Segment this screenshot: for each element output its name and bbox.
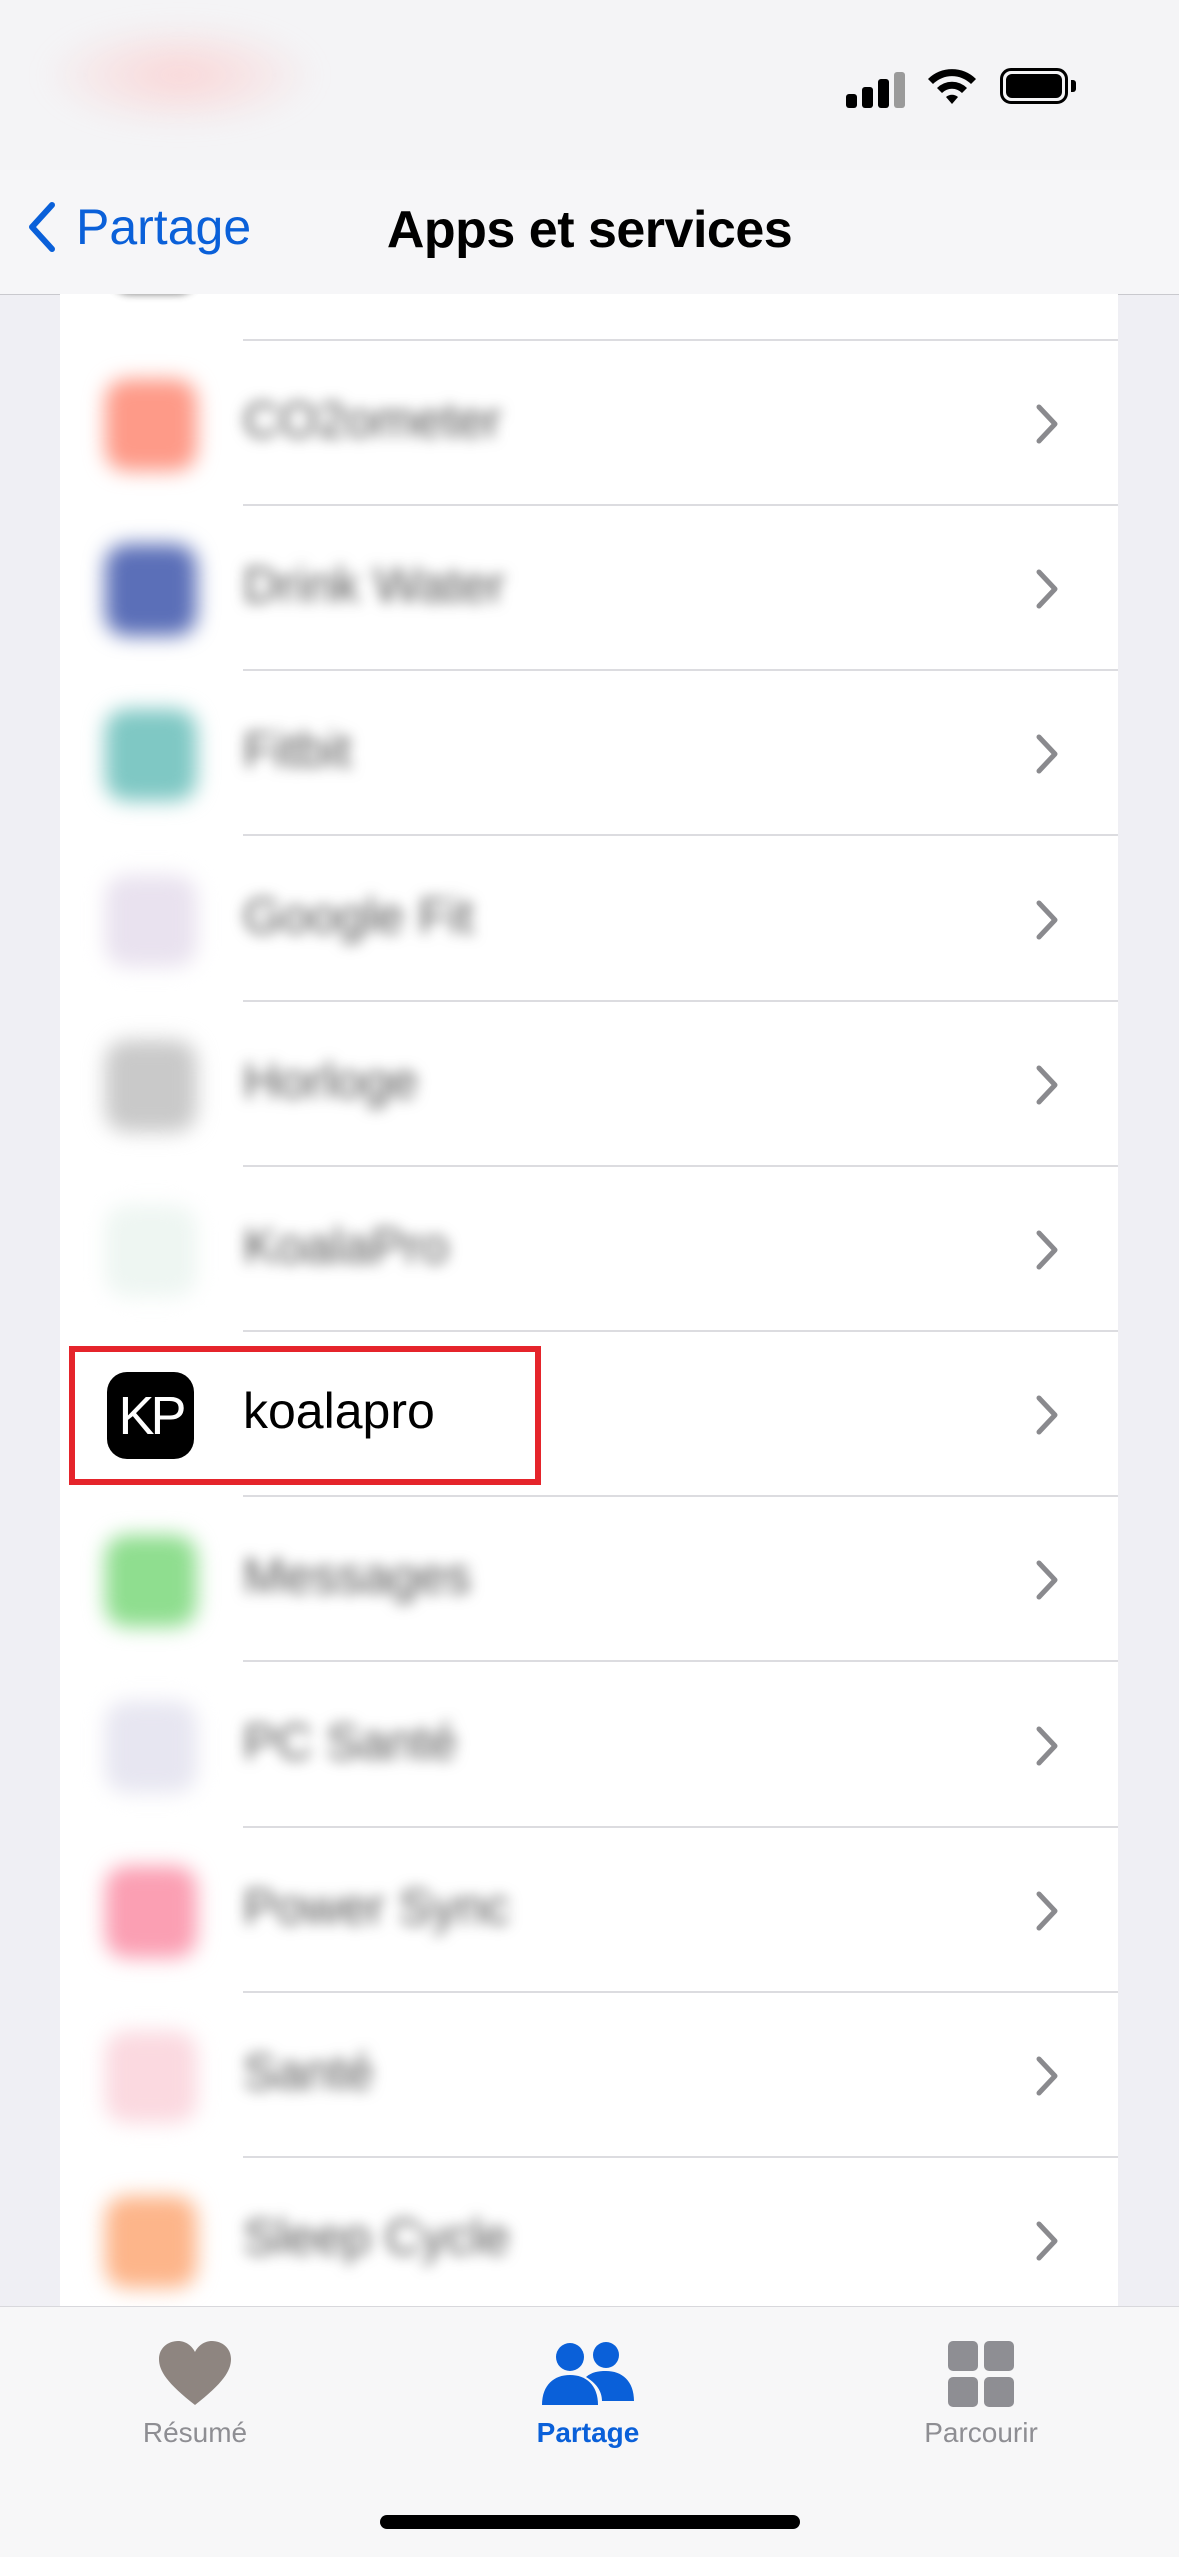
chevron-right-icon: [1036, 1726, 1058, 1766]
app-icon: [105, 2196, 197, 2289]
home-indicator: [380, 2515, 800, 2529]
list-item-label: koalapro: [243, 1383, 435, 1440]
list-item-label: Santé: [243, 2044, 374, 2100]
chevron-right-icon: [1036, 569, 1058, 609]
list-item-label: Drink Water: [243, 557, 506, 614]
app-icon: [105, 1205, 197, 1297]
list-item-label: Fitbit: [243, 722, 352, 779]
list-item-label: Messages: [243, 1548, 471, 1605]
chevron-right-icon: [1036, 900, 1058, 940]
list-item[interactable]: Santé: [60, 1993, 1118, 2158]
chevron-right-icon: [1036, 1560, 1058, 1600]
tab-resume[interactable]: Résumé: [65, 2327, 325, 2487]
page-title: Apps et services: [386, 201, 793, 259]
list-item[interactable]: Sleep Cycle: [60, 2158, 1118, 2306]
tab-label: Résumé: [142, 2417, 248, 2448]
chevron-right-icon: [1036, 404, 1058, 444]
list-item[interactable]: Drink Water: [60, 506, 1118, 672]
chevron-right-icon: [1036, 1891, 1058, 1931]
heart-icon: [159, 2341, 231, 2405]
app-icon: [105, 544, 197, 637]
chevron-right-icon: [1036, 734, 1058, 774]
list-item-label: KoalaPro: [243, 1218, 449, 1274]
people-icon: [542, 2342, 634, 2405]
cellular-signal-icon: [846, 72, 908, 108]
app-icon: [105, 379, 197, 471]
list-item[interactable]: Horloge: [60, 1002, 1118, 1167]
list-item[interactable]: Power Sync: [60, 1828, 1118, 1993]
app-icon: [105, 874, 197, 967]
list-item[interactable]: KoalaPro: [60, 1167, 1118, 1332]
app-icon-text: KP: [118, 1385, 186, 1446]
chevron-right-icon: [1036, 1230, 1058, 1270]
list-item[interactable]: Google Fit: [60, 837, 1118, 1002]
status-bar: [0, 0, 1179, 170]
list-item[interactable]: Messages: [60, 1497, 1118, 1663]
blurred-background-blob: [40, 20, 320, 130]
battery-icon: [1000, 68, 1078, 106]
list-item[interactable]: PC Santé: [60, 1663, 1118, 1828]
navigation-bar: Partage Apps et services: [0, 170, 1179, 295]
app-icon: KP: [107, 1372, 194, 1460]
chevron-right-icon: [1036, 1395, 1058, 1435]
list-item[interactable]: CO2ometer: [60, 341, 1118, 506]
app-icon: [105, 1535, 197, 1628]
list-item-label: Horloge: [243, 1052, 419, 1109]
list-item-label: Sleep Cycle: [243, 2209, 510, 2266]
list-item[interactable]: KP koalapro: [60, 1332, 1118, 1498]
apps-services-list: CO2ometer Drink Water Fitbit Google Fit Horl…: [60, 294, 1118, 2306]
tab-partage[interactable]: Partage: [458, 2327, 718, 2487]
tab-label: Partage: [536, 2417, 640, 2448]
list-item-label: Google Fit: [243, 887, 474, 944]
chevron-right-icon: [1036, 2221, 1058, 2261]
grid-icon: [948, 2341, 1014, 2407]
app-icon: [105, 1700, 197, 1793]
app-icon: [105, 1865, 197, 1958]
app-icon: [105, 2031, 197, 2123]
list-item-label: PC Santé: [243, 1713, 458, 1770]
app-icon: [105, 1039, 197, 1132]
chevron-right-icon: [1036, 1065, 1058, 1105]
tab-parcourir[interactable]: Parcourir: [851, 2327, 1111, 2487]
chevron-right-icon: [1036, 2056, 1058, 2096]
list-item-label: CO2ometer: [243, 392, 502, 448]
tab-label: Parcourir: [924, 2417, 1038, 2448]
list-item[interactable]: Fitbit: [60, 671, 1118, 837]
list-item-label: Power Sync: [243, 1878, 510, 1935]
app-icon: [105, 709, 197, 802]
wifi-icon: [928, 69, 976, 104]
